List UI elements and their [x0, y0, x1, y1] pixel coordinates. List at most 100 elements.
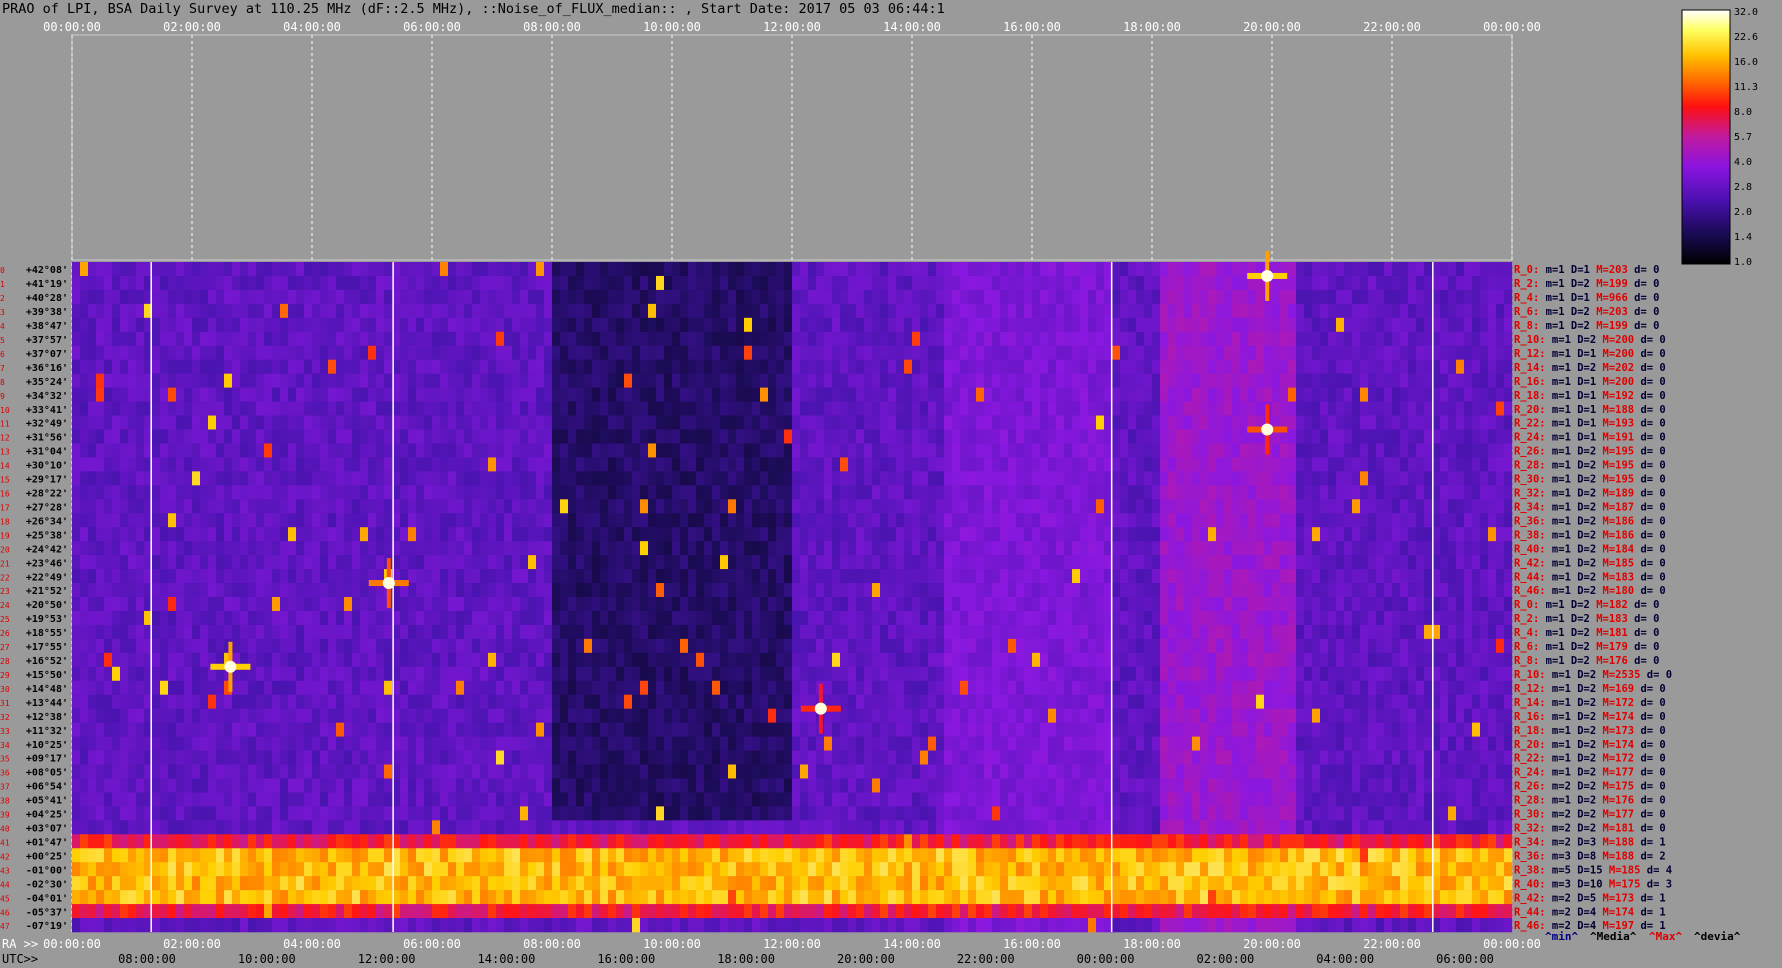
heatmap-cell [368, 275, 377, 291]
heatmap-cell [696, 569, 705, 584]
heatmap-cell [288, 289, 297, 305]
heatmap-cell [360, 359, 369, 374]
heatmap-cell [952, 443, 961, 458]
heatmap-cell [1176, 569, 1185, 584]
heatmap-cell [1192, 373, 1201, 388]
heatmap-cell [1408, 513, 1417, 528]
heatmap-cell [320, 527, 329, 542]
heatmap-cell [344, 471, 353, 486]
heatmap-cell [1440, 485, 1449, 500]
heatmap-cell [1448, 457, 1457, 472]
heatmap-cell [1040, 359, 1049, 374]
heatmap-cell [608, 359, 617, 374]
heatmap-cell [1488, 624, 1497, 640]
heatmap-cell [1272, 485, 1281, 500]
heatmap-cell [96, 597, 105, 612]
heatmap-cell [504, 541, 513, 556]
heatmap-cell [312, 289, 321, 305]
heatmap-cell [1248, 331, 1257, 347]
heatmap-cell [624, 387, 633, 402]
heatmap-cell [1464, 345, 1473, 361]
heatmap-cell [304, 513, 313, 528]
heatmap-cell [96, 289, 105, 305]
heatmap-cell [1168, 541, 1177, 556]
heatmap-cell [152, 541, 161, 556]
heatmap-cell [408, 485, 417, 500]
heatmap-cell [1408, 317, 1417, 333]
heatmap-cell [824, 624, 833, 640]
heatmap-cell [1056, 345, 1065, 361]
heatmap-cell [384, 513, 393, 528]
heatmap-cell [1224, 597, 1233, 612]
heatmap-cell [1000, 275, 1009, 291]
heatmap-cell [408, 345, 417, 361]
heatmap-cell [1056, 541, 1065, 556]
heatmap-cell [152, 373, 161, 388]
heatmap-cell [544, 373, 553, 388]
heatmap-cell [360, 527, 369, 542]
heatmap-cell [1296, 275, 1305, 291]
heatmap-cell [672, 527, 681, 542]
heatmap-cell [360, 555, 369, 570]
heatmap-cell [880, 415, 889, 430]
heatmap-cell [552, 443, 561, 458]
heatmap-cell [864, 331, 873, 347]
heatmap-cell [416, 415, 425, 430]
heatmap-cell [1272, 527, 1281, 542]
heatmap-cell [416, 569, 425, 584]
heatmap-cell [1496, 303, 1505, 319]
heatmap-cell [464, 387, 473, 402]
heatmap-cell [632, 485, 641, 500]
heatmap-cell [784, 624, 793, 640]
heatmap-cell [1352, 401, 1361, 416]
heatmap-cell [648, 555, 657, 570]
heatmap-cell [152, 597, 161, 612]
heatmap-cell [152, 555, 161, 570]
heatmap-cell [112, 583, 121, 598]
heatmap-cell [1160, 569, 1169, 584]
heatmap-cell [248, 499, 257, 514]
heatmap-cell [1392, 359, 1401, 374]
heatmap-cell [784, 569, 793, 584]
heatmap-cell [1192, 471, 1201, 486]
heatmap-cell [1384, 513, 1393, 528]
heatmap-cell [528, 471, 537, 486]
heatmap-cell [72, 583, 81, 598]
heatmap-cell [328, 610, 337, 626]
heatmap-cell [504, 387, 513, 402]
heatmap-cell [1296, 569, 1305, 584]
heatmap-cell [1272, 597, 1281, 612]
heatmap-cell [968, 401, 977, 416]
heatmap-cell [592, 303, 601, 319]
heatmap-cell [208, 624, 217, 640]
heatmap-cell [1064, 373, 1073, 388]
heatmap-cell [1416, 275, 1425, 291]
heatmap-cell [176, 513, 185, 528]
heatmap-cell [480, 499, 489, 514]
heatmap-cell [992, 443, 1001, 458]
heatmap-cell [544, 303, 553, 319]
heatmap-cell [1240, 583, 1249, 598]
heatmap-cell [1392, 457, 1401, 472]
heatmap-cell [1472, 317, 1481, 333]
heatmap-cell [808, 610, 817, 626]
heatmap-cell [1288, 555, 1297, 570]
heatmap-cell [808, 289, 817, 305]
heatmap-cell [752, 373, 761, 388]
heatmap-cell [1136, 373, 1145, 388]
heatmap-cell [376, 443, 385, 458]
heatmap-cell [288, 527, 297, 542]
heatmap-cell [1160, 275, 1169, 291]
heatmap-cell [1136, 275, 1145, 291]
heatmap-cell [1496, 345, 1505, 361]
heatmap-cell [1224, 317, 1233, 333]
heatmap-cell [1376, 513, 1385, 528]
heatmap-cell [152, 638, 161, 654]
heatmap-cell [232, 485, 241, 500]
heatmap-cell [1248, 541, 1257, 556]
heatmap-cell [824, 401, 833, 416]
heatmap-cell [200, 262, 209, 277]
heatmap-cell [816, 359, 825, 374]
heatmap-cell [760, 499, 769, 514]
heatmap-cell [504, 527, 513, 542]
